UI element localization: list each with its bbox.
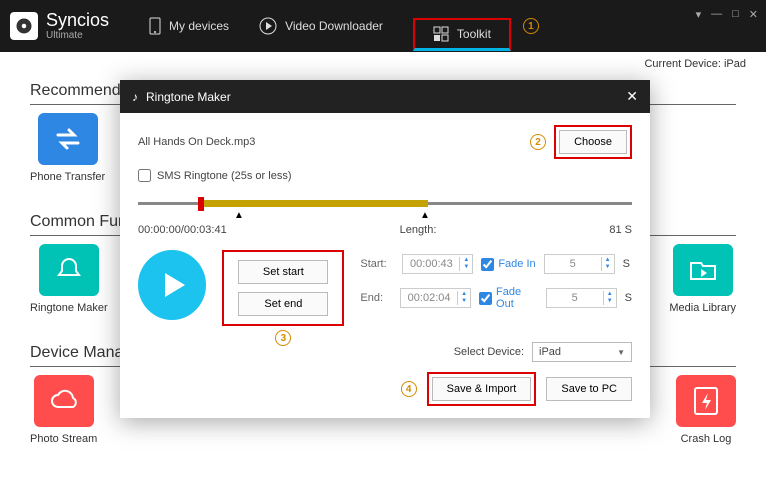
length-value: 81 S xyxy=(609,224,632,236)
down-arrow-icon[interactable]: ▼ xyxy=(458,298,470,305)
down-arrow-icon[interactable]: ▼ xyxy=(602,264,614,271)
select-device-label: Select Device: xyxy=(454,346,524,358)
tile-label: Media Library xyxy=(669,302,736,314)
close-icon[interactable]: ✕ xyxy=(749,8,758,21)
dialog-titlebar: ♪ Ringtone Maker ✕ xyxy=(120,80,650,113)
wave-marker-end[interactable]: ▲ xyxy=(420,210,430,221)
fade-out-input[interactable] xyxy=(547,289,603,307)
brand-name: Syncios xyxy=(46,11,109,31)
start-label: Start: xyxy=(360,258,394,270)
filename: All Hands On Deck.mp3 xyxy=(138,136,530,148)
wave-marker-start[interactable]: ▲ xyxy=(234,210,244,221)
tile-media-library[interactable]: Media Library xyxy=(669,244,736,314)
tile-label: Photo Stream xyxy=(30,433,97,445)
wave-selection xyxy=(198,200,428,207)
cloud-icon xyxy=(34,375,94,427)
current-device-row: Current Device: iPad xyxy=(0,52,766,76)
fade-out-spinner[interactable]: ▲▼ xyxy=(546,288,617,308)
brand-sub: Ultimate xyxy=(46,30,109,41)
nav: My devices Video Downloader Toolkit 1 xyxy=(149,17,539,35)
up-arrow-icon[interactable]: ▲ xyxy=(458,291,470,298)
set-start-end-group: Set start Set end 3 xyxy=(222,250,344,326)
bolt-file-icon xyxy=(676,375,736,427)
brand: Syncios Ultimate xyxy=(10,11,109,42)
callout-2: 2 xyxy=(530,134,546,150)
callout-1: 1 xyxy=(523,18,539,34)
music-icon: ♪ xyxy=(132,90,138,104)
maximize-icon[interactable]: □ xyxy=(732,8,739,21)
start-input[interactable] xyxy=(403,255,459,273)
device-select[interactable]: iPad ▼ xyxy=(532,342,632,362)
time-position: 00:00:00/00:03:41 xyxy=(138,224,227,236)
nav-label: My devices xyxy=(169,19,229,33)
choose-button[interactable]: Choose xyxy=(559,130,627,154)
brand-logo xyxy=(10,12,38,40)
end-input[interactable] xyxy=(401,289,457,307)
play-button[interactable] xyxy=(138,250,206,320)
topbar: Syncios Ultimate My devices Video Downlo… xyxy=(0,0,766,52)
ringtone-maker-dialog: ♪ Ringtone Maker ✕ All Hands On Deck.mp3… xyxy=(120,80,650,418)
set-start-button[interactable]: Set start xyxy=(238,260,328,284)
grid-icon xyxy=(433,26,449,42)
current-device-label: Current Device: xyxy=(644,58,720,70)
down-arrow-icon[interactable]: ▼ xyxy=(460,264,472,271)
current-device-value: iPad xyxy=(724,58,746,70)
nav-toolkit[interactable]: Toolkit xyxy=(413,18,511,51)
window-controls: ▾ — □ ✕ xyxy=(696,8,758,21)
wave-playhead[interactable] xyxy=(198,197,204,211)
save-to-pc-button[interactable]: Save to PC xyxy=(546,377,632,401)
bell-icon xyxy=(39,244,99,296)
phone-icon xyxy=(149,17,161,35)
folder-play-icon xyxy=(673,244,733,296)
fade-out-checkbox[interactable]: Fade Out xyxy=(479,286,538,310)
save-import-button[interactable]: Save & Import xyxy=(432,377,532,401)
fade-in-checkbox[interactable]: Fade In xyxy=(481,258,535,271)
tile-phone-transfer[interactable]: Phone Transfer xyxy=(30,113,105,183)
up-arrow-icon[interactable]: ▲ xyxy=(460,257,472,264)
tile-ringtone-maker[interactable]: Ringtone Maker xyxy=(30,244,108,314)
play-icon xyxy=(159,270,189,300)
transfer-icon xyxy=(38,113,98,165)
up-arrow-icon[interactable]: ▲ xyxy=(602,257,614,264)
device-select-value: iPad xyxy=(539,346,561,358)
nav-label: Video Downloader xyxy=(285,19,383,33)
length-label: Length: xyxy=(400,224,437,236)
chevron-down-icon: ▼ xyxy=(617,348,625,357)
sms-ringtone-checkbox[interactable]: SMS Ringtone (25s or less) xyxy=(138,169,632,182)
start-spinner[interactable]: ▲▼ xyxy=(402,254,473,274)
minimize-icon[interactable]: — xyxy=(711,8,722,21)
callout-3: 3 xyxy=(275,330,291,346)
dialog-close-icon[interactable]: ✕ xyxy=(626,88,638,105)
down-arrow-icon[interactable]: ▼ xyxy=(604,298,616,305)
unit-label: S xyxy=(625,292,632,304)
menu-icon[interactable]: ▾ xyxy=(696,8,702,21)
checkbox-input[interactable] xyxy=(138,169,151,182)
checkbox-label: SMS Ringtone (25s or less) xyxy=(157,170,292,182)
dialog-title: Ringtone Maker xyxy=(146,90,231,104)
nav-label: Toolkit xyxy=(457,27,491,41)
tile-photo-stream[interactable]: Photo Stream xyxy=(30,375,97,445)
unit-label: S xyxy=(623,258,630,270)
end-label: End: xyxy=(360,292,392,304)
fade-in-input[interactable] xyxy=(545,255,601,273)
end-spinner[interactable]: ▲▼ xyxy=(400,288,471,308)
tile-label: Phone Transfer xyxy=(30,171,105,183)
set-end-button[interactable]: Set end xyxy=(238,292,328,316)
nav-video-downloader[interactable]: Video Downloader xyxy=(259,17,383,35)
nav-my-devices[interactable]: My devices xyxy=(149,17,229,35)
fade-in-spinner[interactable]: ▲▼ xyxy=(544,254,615,274)
play-circle-icon xyxy=(259,17,277,35)
up-arrow-icon[interactable]: ▲ xyxy=(604,291,616,298)
tile-label: Crash Log xyxy=(681,433,732,445)
tile-crash-log[interactable]: Crash Log xyxy=(676,375,736,445)
tile-label: Ringtone Maker xyxy=(30,302,108,314)
callout-4: 4 xyxy=(401,381,417,397)
waveform[interactable]: ▲ ▲ xyxy=(138,194,632,216)
